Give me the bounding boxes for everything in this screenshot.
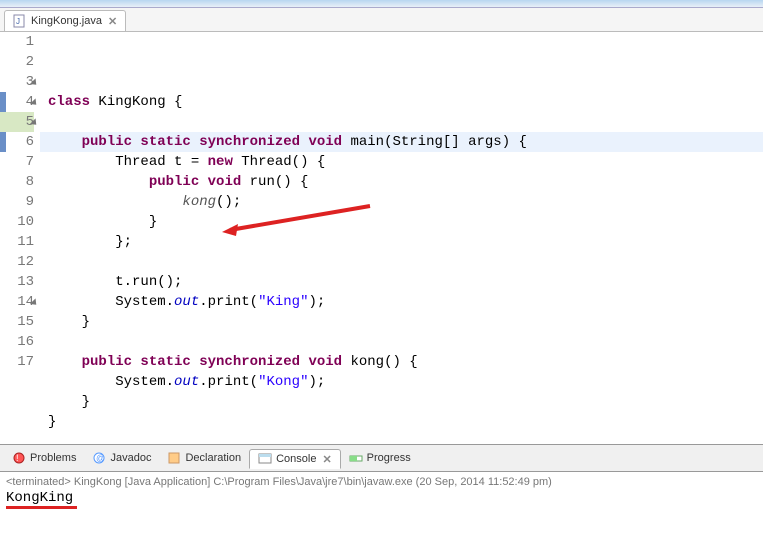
line-number: 16 xyxy=(0,332,34,352)
console-launch-info: KingKong [Java Application] C:\Program F… xyxy=(71,476,552,488)
svg-text:@: @ xyxy=(96,453,105,463)
editor-tab-kingkong[interactable]: J KingKong.java ✕ xyxy=(4,10,126,31)
code-line[interactable]: public static synchronized void kong() { xyxy=(48,352,763,372)
console-output: KongKing xyxy=(6,490,757,506)
console-view[interactable]: <terminated> KingKong [Java Application]… xyxy=(0,472,763,510)
annotation-arrow xyxy=(220,200,380,240)
line-number: 8 xyxy=(0,172,34,192)
code-line[interactable]: kong(); xyxy=(48,192,763,212)
code-line[interactable]: } xyxy=(48,392,763,412)
code-area[interactable]: class KingKong { public static synchroni… xyxy=(40,32,763,444)
tab-label: Javadoc xyxy=(110,452,151,464)
tab-label: Declaration xyxy=(185,452,241,464)
line-number: 5 xyxy=(0,112,34,132)
svg-text:J: J xyxy=(16,17,20,26)
code-line[interactable]: Thread t = new Thread() { xyxy=(48,152,763,172)
line-number: 12 xyxy=(0,252,34,272)
editor-tab-label: KingKong.java xyxy=(31,15,102,27)
code-editor[interactable]: 1234567891011121314151617 class KingKong… xyxy=(0,32,763,444)
java-file-icon: J xyxy=(13,14,27,28)
close-icon[interactable]: ✕ xyxy=(322,453,331,466)
line-number: 11 xyxy=(0,232,34,252)
console-output-text: KongKing xyxy=(6,490,73,506)
code-line[interactable]: System.out.print("Kong"); xyxy=(48,372,763,392)
tab-javadoc[interactable]: @ Javadoc xyxy=(84,449,159,467)
code-line[interactable] xyxy=(48,332,763,352)
tab-label: Console xyxy=(276,453,316,465)
declaration-icon xyxy=(167,451,181,465)
code-line[interactable]: } xyxy=(48,312,763,332)
console-icon xyxy=(258,452,272,466)
problems-icon: ! xyxy=(12,451,26,465)
code-line[interactable]: }; xyxy=(48,232,763,252)
line-number: 9 xyxy=(0,192,34,212)
line-number: 7 xyxy=(0,152,34,172)
progress-icon xyxy=(349,451,363,465)
window-titlebar-strip xyxy=(0,0,763,8)
code-line[interactable]: t.run(); xyxy=(48,272,763,292)
code-line[interactable] xyxy=(48,252,763,272)
line-number: 17 xyxy=(0,352,34,372)
line-number: 2 xyxy=(0,52,34,72)
tab-progress[interactable]: Progress xyxy=(341,449,419,467)
tab-label: Problems xyxy=(30,452,76,464)
javadoc-icon: @ xyxy=(92,451,106,465)
line-number: 4 xyxy=(0,92,34,112)
code-line[interactable] xyxy=(48,112,763,132)
tab-problems[interactable]: ! Problems xyxy=(4,449,84,467)
tab-console[interactable]: Console ✕ xyxy=(249,449,341,469)
close-icon[interactable]: ✕ xyxy=(108,15,117,28)
line-number: 6 xyxy=(0,132,34,152)
code-line[interactable]: public void run() { xyxy=(48,172,763,192)
editor-tab-row: J KingKong.java ✕ xyxy=(0,8,763,32)
code-line[interactable]: } xyxy=(48,212,763,232)
code-line[interactable]: System.out.print("King"); xyxy=(48,292,763,312)
line-number: 15 xyxy=(0,312,34,332)
console-header: <terminated> KingKong [Java Application]… xyxy=(6,476,757,488)
line-number: 3 xyxy=(0,72,34,92)
line-number: 1 xyxy=(0,32,34,52)
svg-text:!: ! xyxy=(16,453,19,463)
tab-label: Progress xyxy=(367,452,411,464)
line-number: 14 xyxy=(0,292,34,312)
code-line[interactable]: } xyxy=(48,412,763,432)
bottom-view-tab-row: ! Problems @ Javadoc Declaration Console… xyxy=(0,444,763,472)
tab-declaration[interactable]: Declaration xyxy=(159,449,249,467)
line-number: 10 xyxy=(0,212,34,232)
code-line[interactable]: class KingKong { xyxy=(48,92,763,112)
console-status: <terminated> xyxy=(6,476,71,488)
line-number: 13 xyxy=(0,272,34,292)
line-number-gutter: 1234567891011121314151617 xyxy=(0,32,40,444)
